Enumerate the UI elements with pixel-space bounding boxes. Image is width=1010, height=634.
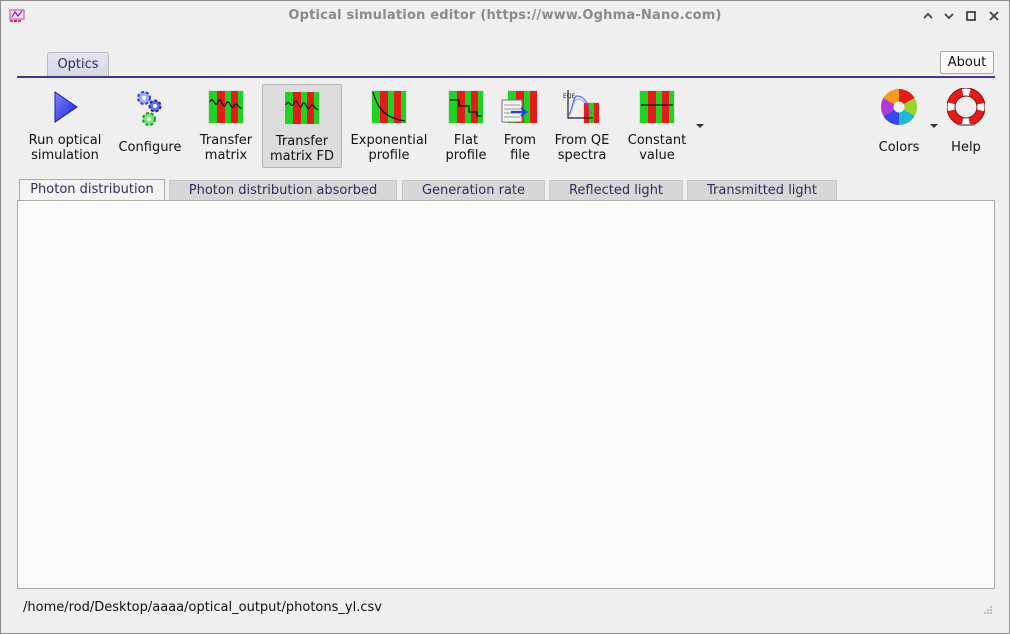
close-icon — [989, 11, 999, 21]
flat-profile-icon — [448, 90, 484, 124]
qe-spectra-icon: EQE — [563, 90, 600, 124]
transfer-matrix-button[interactable]: Transfer matrix — [193, 84, 259, 168]
play-icon — [54, 91, 78, 123]
flat-profile-label: Flat profile — [445, 133, 487, 163]
colors-dropdown-arrow-icon[interactable] — [930, 124, 938, 128]
transfer-matrix-fd-icon — [284, 91, 320, 125]
help-button[interactable]: Help — [941, 84, 991, 168]
from-file-button[interactable]: From file — [497, 84, 543, 168]
exponential-profile-button[interactable]: Exponential profile — [348, 84, 430, 168]
run-optical-simulation-button[interactable]: Run optical simulation — [21, 84, 109, 168]
tab-optics[interactable]: Optics — [47, 52, 109, 76]
colors-label: Colors — [878, 140, 920, 155]
app-window: Optical simulation editor (https://www.O… — [0, 0, 1010, 634]
about-button[interactable]: About — [940, 51, 994, 74]
colors-button[interactable]: Colors — [871, 84, 927, 168]
gears-icon — [137, 91, 162, 126]
transfer-matrix-icon — [208, 90, 244, 124]
tab-transmitted-light[interactable]: Transmitted light — [687, 180, 837, 201]
from-file-icon — [501, 90, 538, 124]
lifebuoy-icon — [947, 88, 985, 126]
run-label: Run optical simulation — [28, 133, 102, 163]
maximize-icon — [966, 11, 976, 21]
from-qe-spectra-label: From QE spectra — [554, 133, 610, 163]
configure-button[interactable]: Configure — [113, 84, 187, 168]
status-file-path: /home/rod/Desktop/aaaa/optical_output/ph… — [23, 600, 382, 615]
tab-generation-rate[interactable]: Generation rate — [402, 180, 545, 201]
flat-profile-button[interactable]: Flat profile — [439, 84, 493, 168]
tab-photon-distribution[interactable]: Photon distribution — [19, 179, 165, 202]
minimize-button[interactable] — [940, 7, 958, 25]
close-button[interactable] — [985, 7, 1003, 25]
help-label: Help — [951, 140, 981, 155]
exponential-profile-icon — [371, 90, 407, 124]
chevron-down-icon — [944, 13, 954, 20]
from-qe-spectra-button[interactable]: EQE From QE spectra — [549, 84, 615, 168]
client-area: Optics About Run optical simulation Conf… — [7, 33, 1003, 629]
svg-text:EQE: EQE — [563, 93, 576, 100]
window-title: Optical simulation editor (https://www.O… — [288, 8, 722, 23]
exponential-profile-label: Exponential profile — [350, 133, 428, 163]
transfer-matrix-fd-button[interactable]: Transfer matrix FD — [262, 84, 342, 168]
color-wheel-icon — [880, 89, 918, 126]
configure-label: Configure — [118, 140, 182, 155]
constant-value-button[interactable]: Constant value — [621, 84, 693, 168]
chevron-up-icon — [923, 12, 933, 19]
tab-photon-distribution-absorbed[interactable]: Photon distribution absorbed — [169, 180, 397, 201]
transfer-matrix-label: Transfer matrix — [199, 133, 253, 163]
tab-reflected-light[interactable]: Reflected light — [549, 180, 683, 201]
title-bar: Optical simulation editor (https://www.O… — [1, 1, 1009, 32]
constant-value-label: Constant value — [627, 133, 687, 163]
transfer-matrix-fd-label: Transfer matrix FD — [270, 134, 334, 164]
collapse-button[interactable] — [919, 7, 937, 25]
toolbar-overflow-arrow-icon[interactable] — [696, 124, 704, 128]
maximize-button[interactable] — [962, 7, 980, 25]
plot-panel — [17, 200, 995, 589]
constant-value-icon — [639, 90, 675, 124]
from-file-label: From file — [503, 133, 537, 163]
resize-grip-icon[interactable] — [983, 605, 993, 615]
ribbon-divider — [17, 76, 995, 78]
